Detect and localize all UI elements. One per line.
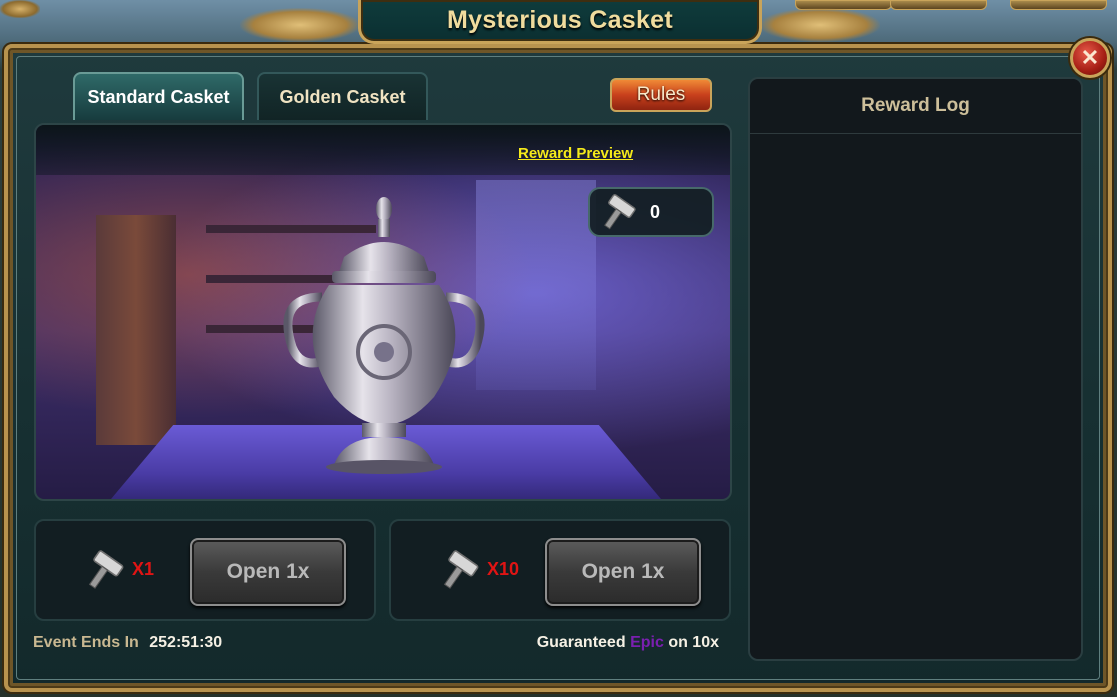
scene-window-glow [476, 180, 596, 390]
hammer-icon [604, 194, 636, 230]
hammer-icon [88, 550, 124, 589]
title-plaque: Mysterious Casket [240, 0, 880, 50]
window-title: Mysterious Casket [446, 6, 674, 34]
open-casket-button[interactable]: Open 1x [545, 538, 701, 606]
hammer-count-badge: 0 [588, 187, 714, 237]
title-ornament-left [240, 8, 360, 42]
background-top-button [1010, 0, 1107, 10]
casket-preview-panel: Reward Preview 0 [34, 123, 732, 501]
event-ends-time: 252:51:30 [149, 634, 223, 651]
silver-casket-image [283, 197, 485, 474]
cost-multiplier: X10 [487, 559, 520, 579]
tab-label: Golden Casket [279, 86, 406, 107]
guarantee-text: Guaranteed Epic on 10x [537, 634, 719, 652]
guarantee-suffix: on 10x [668, 634, 719, 651]
open-casket-button[interactable]: Open 1x [190, 538, 346, 606]
event-timer: Event Ends In 252:51:30 [33, 634, 222, 652]
open-option-card: X10 Open 1x [389, 519, 731, 621]
rules-button[interactable]: Rules [610, 78, 712, 112]
tab-standard-casket[interactable]: Standard Casket [73, 72, 244, 120]
rules-label: Rules [636, 84, 686, 105]
open-option-card: X1 Open 1x [34, 519, 376, 621]
open-button-label: Open 1x [226, 560, 310, 583]
background-top-button [890, 0, 987, 10]
scene-fireplace [96, 215, 176, 445]
close-button[interactable]: ✕ [1070, 38, 1110, 78]
title-box: Mysterious Casket [358, 0, 762, 44]
event-ends-label: Event Ends In [33, 634, 139, 651]
close-x-icon: ✕ [1080, 45, 1100, 70]
guarantee-epic: Epic [630, 634, 664, 651]
reward-log-header: Reward Log [750, 79, 1081, 134]
background-ornament [0, 0, 40, 18]
open-button-label: Open 1x [581, 560, 665, 583]
reward-log-title: Reward Log [861, 95, 970, 116]
cost-multiplier: X1 [132, 559, 155, 579]
title-ornament-right [760, 8, 880, 42]
tab-label: Standard Casket [87, 86, 230, 107]
hammer-icon [443, 550, 479, 589]
reward-log-panel[interactable]: Reward Log [748, 77, 1083, 661]
tab-golden-casket[interactable]: Golden Casket [257, 72, 428, 120]
guarantee-prefix: Guaranteed [536, 634, 626, 651]
hammer-count-value: 0 [650, 202, 661, 222]
reward-preview-link[interactable]: Reward Preview [518, 145, 633, 162]
